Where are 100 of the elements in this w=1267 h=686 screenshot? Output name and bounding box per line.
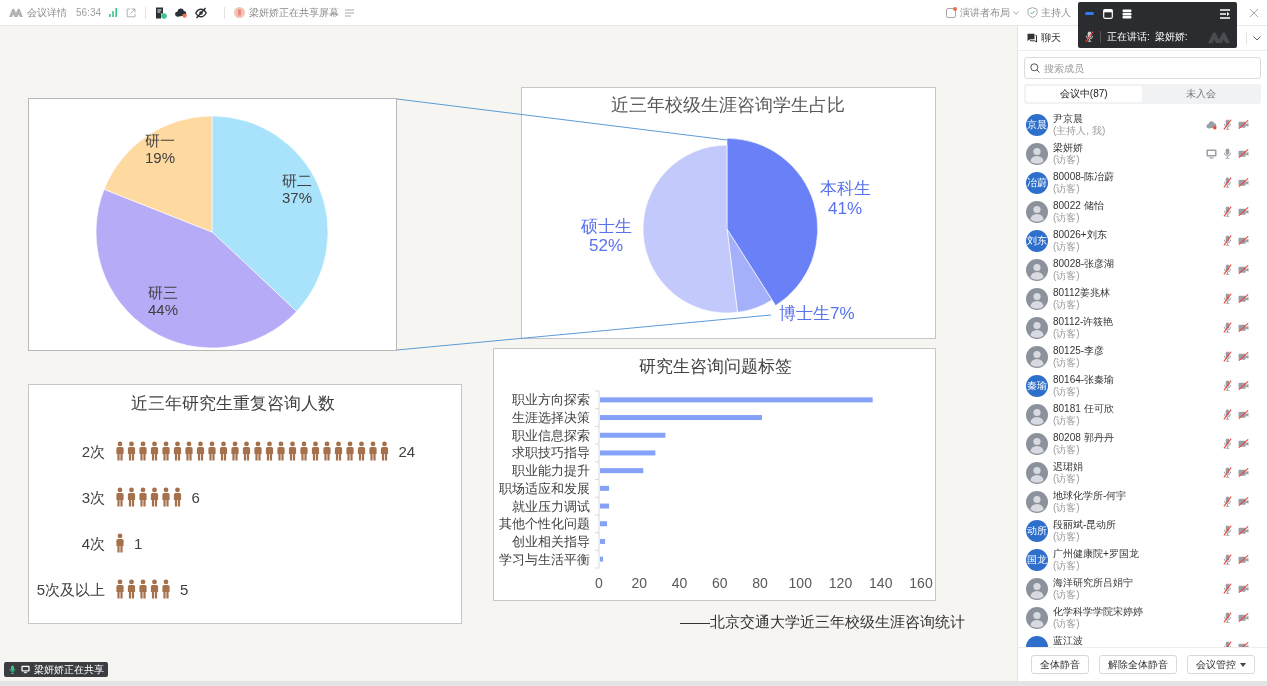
camera-off-icon[interactable] [1238, 410, 1249, 419]
eye-slash-icon[interactable] [195, 6, 208, 19]
person-icon [173, 441, 182, 461]
dash-icon[interactable] [1085, 12, 1094, 15]
user-avatar-icon [1026, 287, 1048, 310]
layout-icon [946, 7, 957, 18]
external-link-icon[interactable] [126, 7, 137, 18]
participant-role: (访客) [1053, 212, 1080, 224]
close-icon[interactable] [1249, 7, 1259, 18]
category-label: 其他个性化问题 [499, 516, 590, 532]
person-icon [150, 441, 159, 461]
camera-off-icon[interactable] [1238, 439, 1249, 448]
sharing-status: 梁妍娇正在共享 [34, 662, 104, 677]
document-icon[interactable] [155, 6, 168, 19]
camera-off-icon[interactable] [1238, 526, 1249, 535]
participant-role: (访客) [1053, 357, 1080, 369]
tick-label: 60 [711, 575, 728, 591]
avatar: 刘东 [1026, 229, 1048, 252]
stacked-layout-icon[interactable] [1122, 8, 1132, 19]
camera-off-icon[interactable] [1238, 207, 1249, 216]
participant-role: (访客) [1053, 386, 1080, 398]
slice-value: 7% [830, 303, 855, 323]
person-icon [357, 441, 366, 461]
slice-value: 37% [282, 188, 312, 206]
count-label: 24 [398, 442, 416, 460]
monitor-icon [21, 665, 30, 674]
person-icon [185, 441, 193, 461]
action-button[interactable]: 解除全体静音 [1098, 655, 1177, 674]
person-icon [219, 441, 228, 461]
user-avatar-icon [1026, 461, 1048, 484]
participant-name: 段丽斌-昆动所 [1053, 519, 1117, 531]
row-label: 5次及以上 [36, 580, 105, 598]
participant-name: 80028-张彦湖 [1053, 258, 1115, 270]
user-avatar-icon [1026, 577, 1048, 600]
participant-name: 80008-陈冶蔚 [1053, 171, 1115, 183]
category-label: 职业方向探索 [512, 392, 590, 408]
action-button[interactable]: 全体静音 [1030, 655, 1089, 674]
camera-off-icon[interactable] [1238, 265, 1249, 274]
camera-off-icon[interactable] [1238, 497, 1249, 506]
person-icon [277, 441, 285, 461]
bar [600, 485, 610, 491]
person-icon [380, 441, 389, 461]
person-icon [139, 579, 147, 599]
slice-label: 研三 [148, 283, 178, 301]
logo-icon [9, 8, 23, 17]
camera-off-icon[interactable] [1238, 236, 1249, 245]
tab[interactable]: 会议中(87) [1026, 86, 1142, 102]
tick-label: 120 [828, 575, 853, 591]
mic-icon [8, 665, 17, 674]
caret-down-icon[interactable] [1253, 35, 1261, 41]
participant-name: 地球化学所-何宇 [1053, 490, 1127, 502]
bar [600, 432, 666, 438]
meeting-details-link[interactable]: 会议详情 [27, 5, 67, 20]
person-icon [116, 441, 124, 461]
slice-label: 研一 [145, 131, 175, 149]
camera-off-icon[interactable] [1238, 149, 1249, 158]
chart-title: 近三年研究生重复咨询人数 [131, 393, 335, 413]
mic-muted-icon[interactable] [1085, 31, 1094, 42]
slice-label: 研二 [282, 171, 312, 189]
caret-icon [1013, 10, 1019, 15]
camera-off-icon[interactable] [1238, 468, 1249, 477]
tab[interactable]: 未入会 [1143, 86, 1259, 102]
slice-label: 博士生 [779, 303, 830, 323]
camera-off-icon[interactable] [1238, 555, 1249, 564]
person-icon [242, 441, 251, 461]
chat-icon [1027, 33, 1037, 43]
shield-icon [1027, 7, 1038, 18]
camera-off-icon[interactable] [1238, 120, 1249, 129]
user-avatar-icon [1026, 316, 1048, 339]
person-icon [139, 487, 147, 507]
participant-name: 海洋研究所吕娟宁 [1053, 577, 1133, 589]
participant-name: 80026+刘东 [1053, 229, 1107, 241]
chat-tab[interactable]: 聊天 [1027, 31, 1061, 45]
collapse-menu-icon[interactable] [1220, 8, 1230, 19]
camera-off-icon[interactable] [1238, 352, 1249, 361]
camera-off-icon[interactable] [1238, 613, 1249, 622]
person-icon [231, 441, 239, 461]
mic-icon[interactable] [1223, 148, 1232, 159]
camera-off-icon[interactable] [1238, 294, 1249, 303]
meeting-timer: 56:34 [76, 7, 102, 18]
category-label: 职场适应和发展 [499, 480, 590, 496]
category-label: 生涯选择决策 [512, 410, 590, 426]
camera-off-icon[interactable] [1238, 584, 1249, 593]
search-field[interactable]: 搜索成员 [1024, 57, 1261, 79]
camera-off-icon[interactable] [1238, 178, 1249, 187]
cloud-icon[interactable] [175, 6, 188, 19]
window-icon[interactable] [1103, 8, 1113, 19]
participant-role: (访客) [1053, 241, 1080, 253]
chart-title: 近三年校级生涯咨询学生占比 [611, 95, 845, 115]
participant-name: 梁妍娇 [1053, 142, 1083, 154]
person-icon [162, 579, 170, 599]
camera-off-icon[interactable] [1238, 381, 1249, 390]
camera-off-icon[interactable] [1238, 323, 1249, 332]
person-icon [116, 579, 124, 599]
host-button[interactable]: 主持人 [1027, 3, 1071, 22]
dropdown-button[interactable]: 会议管控 [1186, 655, 1255, 674]
layout-button[interactable]: 演讲者布局 [946, 3, 1019, 22]
user-avatar-icon [1026, 490, 1048, 513]
person-icon [127, 441, 136, 461]
participant-role: (访客) [1053, 473, 1080, 485]
